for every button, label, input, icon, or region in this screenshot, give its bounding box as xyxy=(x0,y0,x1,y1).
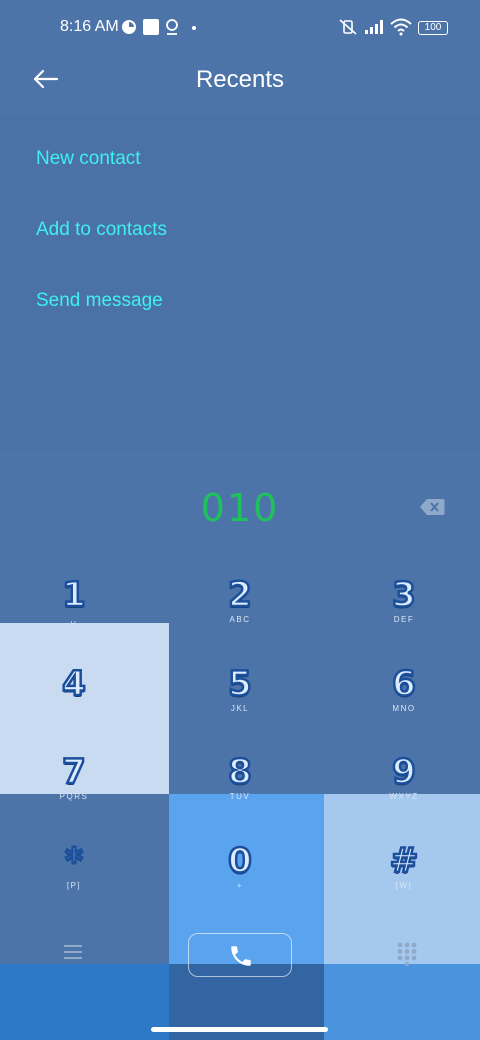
key-letters: PQRS xyxy=(59,792,89,801)
key-digit: 5 xyxy=(227,664,253,705)
wifi-icon xyxy=(390,18,412,36)
key-letters: [P] xyxy=(66,881,82,890)
vibrate-off-icon xyxy=(339,19,357,35)
key-7[interactable]: 7 PQRS xyxy=(14,752,134,802)
new-contact-link[interactable]: New contact xyxy=(36,148,141,170)
key-letters: MNO xyxy=(392,704,416,713)
key-letters: TUV xyxy=(229,792,251,801)
key-digit: 3 xyxy=(391,575,417,616)
key-letters: ABC xyxy=(229,615,251,624)
key-1[interactable]: 1 ␣ xyxy=(14,575,134,625)
key-letters: [W] xyxy=(395,881,413,890)
key-6[interactable]: 6 MNO xyxy=(344,664,464,714)
home-indicator[interactable] xyxy=(151,1027,328,1032)
key-letters: JKL xyxy=(230,704,250,713)
data-saver-icon xyxy=(122,20,136,34)
location-icon xyxy=(166,19,178,35)
battery-indicator: 100 xyxy=(418,21,448,35)
key-hash[interactable]: # [W] xyxy=(344,841,464,891)
key-digit: 1 xyxy=(61,575,87,616)
add-to-contacts-link[interactable]: Add to contacts xyxy=(36,219,167,241)
dialpad-icon[interactable] xyxy=(397,942,417,966)
key-digit: * xyxy=(64,841,84,882)
key-2[interactable]: 2 ABC xyxy=(180,575,300,625)
key-digit: 7 xyxy=(61,752,87,793)
notification-app-icon xyxy=(143,19,159,35)
key-letters: DEF xyxy=(393,615,415,624)
page-title: Recents xyxy=(195,66,285,93)
bottom-tile xyxy=(0,964,169,1040)
key-digit: 9 xyxy=(391,752,417,793)
key-digit: 4 xyxy=(61,664,87,705)
call-button[interactable] xyxy=(188,933,292,977)
key-5[interactable]: 5 JKL xyxy=(180,664,300,714)
key-letters: ␣ xyxy=(70,615,78,624)
status-bar: 8:16 AM 100 xyxy=(0,0,480,56)
key-digit: 2 xyxy=(227,575,253,616)
dialed-number: 010 xyxy=(200,486,280,530)
menu-icon[interactable] xyxy=(62,943,84,961)
backspace-icon[interactable] xyxy=(419,498,445,516)
key-digit: 8 xyxy=(227,752,253,793)
key-3[interactable]: 3 DEF xyxy=(344,575,464,625)
key-digit: # xyxy=(389,841,420,882)
signal-icon xyxy=(365,20,383,34)
key-digit: 6 xyxy=(391,664,417,705)
bottom-tile xyxy=(324,964,480,1040)
phone-icon xyxy=(231,946,251,966)
key-0[interactable]: 0 + xyxy=(180,841,300,891)
key-digit: 0 xyxy=(227,841,253,882)
key-star[interactable]: * [P] xyxy=(14,841,134,891)
key-letters: + xyxy=(236,881,244,890)
key-9[interactable]: 9 WXYZ xyxy=(344,752,464,802)
key-letters: WXYZ xyxy=(389,792,419,801)
send-message-link[interactable]: Send message xyxy=(36,290,163,312)
more-notifications-icon xyxy=(192,26,196,30)
status-time: 8:16 AM xyxy=(60,18,119,35)
key-4[interactable]: 4 xyxy=(14,664,134,705)
key-8[interactable]: 8 TUV xyxy=(180,752,300,802)
